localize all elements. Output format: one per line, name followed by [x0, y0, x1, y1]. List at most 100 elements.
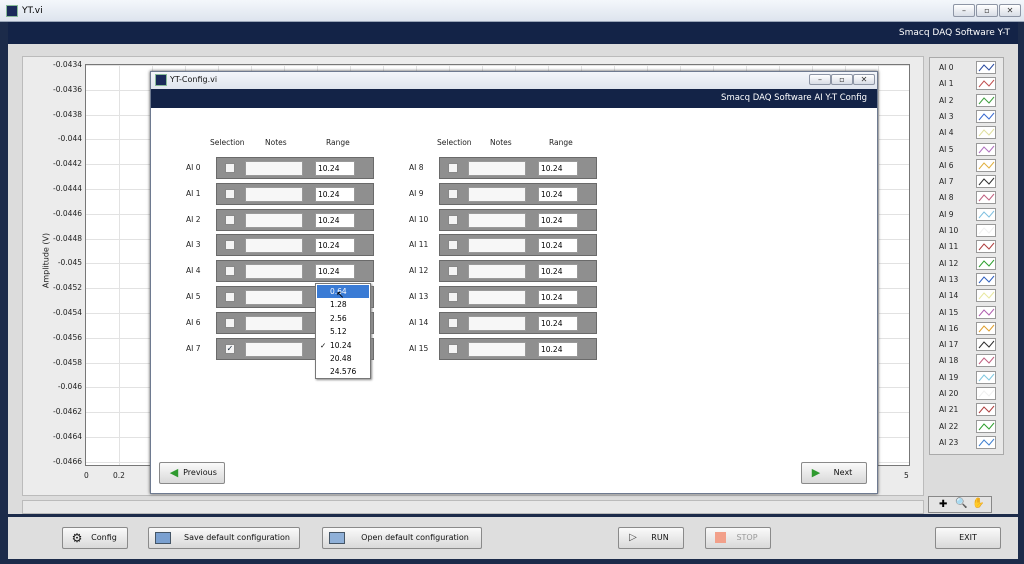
- legend-swatch[interactable]: [976, 370, 996, 384]
- notes-field[interactable]: [245, 315, 303, 331]
- legend-item[interactable]: AI 21: [930, 402, 1005, 418]
- legend-item[interactable]: AI 12: [930, 256, 1005, 272]
- range-option[interactable]: 24.576: [317, 365, 369, 378]
- legend-swatch[interactable]: [976, 321, 996, 335]
- save-default-configuration-button[interactable]: Save default configuration: [148, 527, 300, 549]
- notes-field[interactable]: [468, 290, 526, 305]
- legend-swatch[interactable]: [976, 240, 996, 254]
- range-select[interactable]: 10.24: [538, 315, 578, 331]
- legend-item[interactable]: AI 2: [930, 93, 1005, 109]
- selection-checkbox[interactable]: [225, 240, 235, 251]
- legend-swatch[interactable]: [976, 142, 996, 156]
- legend-swatch[interactable]: [976, 272, 996, 286]
- range-select[interactable]: 10.24: [315, 186, 355, 202]
- notes-field[interactable]: [468, 186, 526, 202]
- range-select[interactable]: 10.24: [538, 161, 578, 176]
- legend-item[interactable]: AI 1: [930, 76, 1005, 92]
- legend-swatch[interactable]: [976, 191, 996, 205]
- legend-swatch[interactable]: [976, 403, 996, 417]
- legend-swatch[interactable]: [976, 224, 996, 237]
- notes-field[interactable]: [245, 186, 303, 202]
- legend-item[interactable]: AI 3: [930, 109, 1005, 125]
- selection-checkbox[interactable]: [448, 214, 458, 225]
- next-button[interactable]: ▶ Next: [801, 462, 867, 484]
- notes-field[interactable]: [468, 315, 526, 331]
- legend-swatch[interactable]: [976, 387, 996, 400]
- selection-checkbox[interactable]: [448, 292, 458, 302]
- legend-swatch[interactable]: [976, 175, 996, 189]
- legend-item[interactable]: AI 7: [930, 174, 1005, 190]
- legend-swatch[interactable]: [976, 354, 996, 368]
- legend-swatch[interactable]: [976, 77, 996, 91]
- range-option[interactable]: 20.48: [317, 352, 369, 365]
- legend-item[interactable]: AI 14: [930, 288, 1005, 304]
- legend-swatch[interactable]: [976, 207, 996, 221]
- selection-checkbox[interactable]: [448, 188, 458, 199]
- range-select[interactable]: 10.24: [315, 238, 355, 254]
- maximize-button[interactable]: ▫: [976, 4, 998, 17]
- legend-item[interactable]: AI 23: [930, 435, 1005, 451]
- legend-swatch[interactable]: [976, 419, 996, 433]
- selection-checkbox[interactable]: [448, 343, 458, 354]
- crosshair-icon[interactable]: ✚: [939, 499, 947, 510]
- range-option[interactable]: 2.56: [317, 312, 369, 325]
- notes-field[interactable]: [245, 290, 303, 305]
- legend-item[interactable]: AI 6: [930, 158, 1005, 174]
- range-select[interactable]: 10.24: [315, 264, 355, 280]
- graph-palette[interactable]: ✚ 🔍 ✋: [928, 496, 992, 513]
- legend-swatch[interactable]: [976, 305, 996, 319]
- legend-item[interactable]: AI 19: [930, 370, 1005, 386]
- legend-item[interactable]: AI 0: [930, 60, 1005, 76]
- legend-item[interactable]: AI 11: [930, 239, 1005, 255]
- range-option[interactable]: 10.24 ✓: [317, 339, 369, 352]
- stop-button[interactable]: STOP: [705, 527, 771, 549]
- config-button[interactable]: ⚙ Config: [62, 527, 128, 549]
- selection-checkbox[interactable]: [225, 292, 235, 302]
- selection-checkbox[interactable]: [225, 188, 235, 199]
- legend-item[interactable]: AI 13: [930, 272, 1005, 288]
- notes-field[interactable]: [468, 161, 526, 176]
- selection-checkbox[interactable]: [225, 214, 235, 225]
- legend-item[interactable]: AI 8: [930, 190, 1005, 206]
- dialog-close-button[interactable]: ✕: [853, 74, 875, 85]
- dialog-minimize-button[interactable]: –: [809, 74, 831, 85]
- legend-item[interactable]: AI 10: [930, 223, 1005, 239]
- range-select[interactable]: 10.24: [315, 161, 355, 176]
- selection-checkbox[interactable]: [448, 240, 458, 251]
- range-select[interactable]: 10.24: [538, 212, 578, 228]
- notes-field[interactable]: [468, 264, 526, 280]
- notes-field[interactable]: [245, 238, 303, 254]
- legend-item[interactable]: AI 9: [930, 207, 1005, 223]
- zoom-icon[interactable]: 🔍: [955, 498, 967, 509]
- close-button[interactable]: ✕: [999, 4, 1021, 17]
- range-select[interactable]: 10.24: [538, 264, 578, 280]
- range-option[interactable]: 5.12: [317, 325, 369, 338]
- previous-button[interactable]: ◀ Previous: [159, 462, 225, 484]
- legend-item[interactable]: AI 15: [930, 305, 1005, 321]
- legend-item[interactable]: AI 22: [930, 419, 1005, 435]
- exit-button[interactable]: EXIT: [935, 527, 1001, 549]
- legend-item[interactable]: AI 18: [930, 353, 1005, 369]
- legend-item[interactable]: AI 16: [930, 321, 1005, 337]
- legend-swatch[interactable]: [976, 289, 996, 303]
- legend-swatch[interactable]: [976, 338, 996, 352]
- notes-field[interactable]: [245, 341, 303, 357]
- range-select[interactable]: 10.24: [538, 186, 578, 202]
- selection-checkbox[interactable]: [225, 266, 235, 277]
- horizontal-scrollbar[interactable]: [22, 500, 924, 514]
- selection-checkbox[interactable]: [448, 317, 458, 328]
- selection-checkbox[interactable]: [448, 266, 458, 277]
- legend-swatch[interactable]: [976, 158, 996, 172]
- run-button[interactable]: ▷ RUN: [618, 527, 684, 549]
- legend-swatch[interactable]: [976, 126, 996, 140]
- range-select[interactable]: 10.24: [538, 341, 578, 357]
- notes-field[interactable]: [468, 238, 526, 254]
- notes-field[interactable]: [245, 264, 303, 280]
- notes-field[interactable]: [245, 161, 303, 176]
- range-select[interactable]: 10.24: [538, 290, 578, 305]
- legend-swatch[interactable]: [976, 93, 996, 107]
- dialog-maximize-button[interactable]: ▫: [831, 74, 853, 85]
- range-select[interactable]: 10.24: [315, 212, 355, 228]
- legend-swatch[interactable]: [976, 435, 996, 449]
- pan-hand-icon[interactable]: ✋: [972, 498, 984, 509]
